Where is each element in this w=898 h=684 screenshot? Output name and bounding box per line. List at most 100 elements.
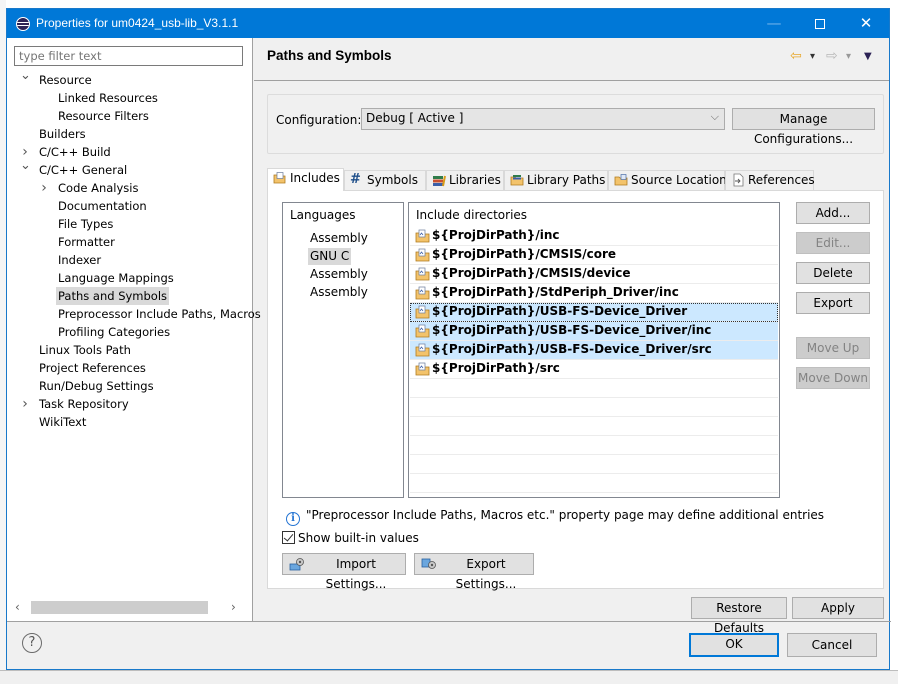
- include-directories-list[interactable]: Include directories ${ProjDirPath}/inc ${…: [408, 202, 780, 498]
- tree-item-label: Formatter: [58, 235, 115, 249]
- scrollbar-thumb[interactable]: [31, 601, 208, 614]
- tab-library-paths[interactable]: Library Paths: [504, 170, 608, 190]
- configuration-group: Configuration: Debug [ Active ] ⌵ Manage…: [267, 94, 884, 154]
- tree-item[interactable]: Preprocessor Include Paths, Macros: [7, 305, 261, 323]
- export-button[interactable]: Export: [796, 292, 870, 314]
- empty-list-row: [410, 436, 778, 455]
- tab-label: Symbols: [367, 173, 418, 187]
- hash-icon: #: [350, 172, 361, 187]
- references-icon: [733, 173, 744, 187]
- languages-header: Languages: [290, 208, 356, 222]
- expanded-chevron-icon[interactable]: ⌄: [20, 157, 31, 175]
- horizontal-scrollbar[interactable]: ‹ ›: [7, 599, 247, 616]
- include-directory-row[interactable]: ${ProjDirPath}/StdPeriph_Driver/inc: [410, 284, 778, 303]
- tree-item[interactable]: Linux Tools Path: [7, 341, 253, 359]
- tree-item[interactable]: Language Mappings: [7, 269, 253, 287]
- include-directory-row[interactable]: ${ProjDirPath}/src: [410, 360, 778, 379]
- back-dropdown-icon[interactable]: ▾: [810, 51, 815, 62]
- tree-item[interactable]: › Task Repository: [7, 395, 253, 413]
- delete-button[interactable]: Delete: [796, 262, 870, 284]
- minimize-icon: —: [766, 14, 782, 32]
- tree-item[interactable]: Linked Resources: [7, 89, 253, 107]
- checkbox-checked-icon[interactable]: [282, 531, 295, 544]
- apply-button[interactable]: Apply: [792, 597, 884, 619]
- include-directory-path: ${ProjDirPath}/inc: [432, 228, 560, 242]
- filter-input[interactable]: [14, 46, 243, 66]
- add-button[interactable]: Add...: [796, 202, 870, 224]
- include-folder-icon: [415, 229, 430, 243]
- tree-item-label: C/C++ General: [39, 163, 128, 177]
- import-settings-icon: [289, 558, 304, 571]
- tree-item[interactable]: Indexer: [7, 251, 253, 269]
- tree-item[interactable]: Documentation: [7, 197, 253, 215]
- include-directory-row[interactable]: ${ProjDirPath}/CMSIS/device: [410, 265, 778, 284]
- back-arrow-icon[interactable]: ⇦: [790, 48, 802, 64]
- include-directory-path: ${ProjDirPath}/src: [432, 361, 560, 375]
- tree-item[interactable]: › C/C++ Build: [7, 143, 253, 161]
- minimize-button[interactable]: —: [751, 9, 797, 38]
- include-folder-icon: [415, 362, 430, 376]
- include-directories-header: Include directories: [416, 208, 528, 222]
- scroll-left-icon[interactable]: ‹: [15, 600, 20, 614]
- ok-button[interactable]: OK: [689, 633, 779, 657]
- tab-source-location[interactable]: Source Location: [608, 170, 727, 190]
- collapsed-chevron-icon[interactable]: ›: [39, 179, 49, 197]
- tree-item[interactable]: ⌄ Resource: [7, 68, 253, 89]
- configuration-select[interactable]: Debug [ Active ] ⌵: [361, 108, 725, 130]
- tab-label: Library Paths: [527, 173, 606, 187]
- restore-defaults-button[interactable]: Restore Defaults: [691, 597, 787, 635]
- collapsed-chevron-icon[interactable]: ›: [20, 395, 30, 413]
- tree-item[interactable]: Builders: [7, 125, 253, 143]
- tree-item[interactable]: WikiText: [7, 413, 253, 431]
- scroll-right-icon[interactable]: ›: [231, 600, 236, 614]
- view-menu-icon[interactable]: ▼: [864, 51, 872, 62]
- include-directory-row[interactable]: ${ProjDirPath}/inc: [410, 227, 778, 246]
- language-item[interactable]: Assembly: [308, 266, 370, 283]
- forward-arrow-icon[interactable]: ⇨: [826, 48, 838, 64]
- include-directory-row[interactable]: ${ProjDirPath}/USB-FS-Device_Driver/src: [410, 341, 778, 360]
- language-item[interactable]: Assembly: [308, 284, 370, 301]
- include-directory-row[interactable]: ${ProjDirPath}/CMSIS/core: [410, 246, 778, 265]
- tab-libraries[interactable]: Libraries: [426, 170, 504, 190]
- tree-item[interactable]: Formatter: [7, 233, 253, 251]
- tab-includes[interactable]: Includes: [267, 168, 344, 191]
- tree-item-label: Resource: [39, 73, 92, 87]
- tab-symbols[interactable]: # Symbols: [344, 170, 426, 190]
- tree-item[interactable]: Run/Debug Settings: [7, 377, 253, 395]
- manage-configurations-button[interactable]: Manage Configurations...: [732, 108, 875, 146]
- language-item[interactable]: GNU C: [308, 248, 352, 265]
- close-icon: ✕: [859, 14, 873, 32]
- tree-item[interactable]: Resource Filters: [7, 107, 253, 125]
- include-directory-path: ${ProjDirPath}/USB-FS-Device_Driver: [432, 304, 688, 318]
- close-button[interactable]: ✕: [843, 9, 889, 38]
- includes-folder-icon: [273, 172, 286, 184]
- include-directory-path: ${ProjDirPath}/USB-FS-Device_Driver/src: [432, 342, 712, 356]
- includes-tab-panel: Languages Assembly GNU C Assembly Assembly …: [267, 190, 884, 591]
- cancel-button[interactable]: Cancel: [787, 633, 877, 657]
- export-settings-button[interactable]: Export Settings...: [414, 553, 534, 591]
- tree-item[interactable]: Project References: [7, 359, 253, 377]
- move-down-button[interactable]: Move Down: [796, 367, 870, 389]
- tree-item[interactable]: ⌄ C/C++ General: [7, 158, 253, 179]
- show-builtin-values-checkbox[interactable]: Show built-in values: [282, 531, 419, 545]
- expanded-chevron-icon[interactable]: ⌄: [20, 67, 31, 85]
- forward-dropdown-icon[interactable]: ▾: [846, 51, 851, 62]
- tree-item-label: Preprocessor Include Paths, Macros: [58, 307, 261, 321]
- maximize-button[interactable]: [797, 9, 843, 38]
- tree-item[interactable]: Profiling Categories: [7, 323, 253, 341]
- tree-item[interactable]: Paths and Symbols: [7, 287, 253, 305]
- include-directory-row[interactable]: ${ProjDirPath}/USB-FS-Device_Driver/inc: [410, 322, 778, 341]
- edit-button[interactable]: Edit...: [796, 232, 870, 254]
- move-up-button[interactable]: Move Up: [796, 337, 870, 359]
- tree-item[interactable]: › Code Analysis: [7, 179, 253, 197]
- background-window-bottom: [0, 670, 898, 684]
- include-directory-row[interactable]: ${ProjDirPath}/USB-FS-Device_Driver: [410, 303, 778, 322]
- tree-item[interactable]: File Types: [7, 215, 253, 233]
- language-item[interactable]: Assembly: [308, 230, 370, 247]
- tree-item-label: Linked Resources: [58, 91, 158, 105]
- import-settings-button[interactable]: Import Settings...: [282, 553, 406, 591]
- tab-references[interactable]: References: [725, 170, 815, 190]
- languages-list[interactable]: Languages Assembly GNU C Assembly Assembly: [282, 202, 404, 498]
- info-text: "Preprocessor Include Paths, Macros etc.…: [306, 508, 825, 522]
- help-icon[interactable]: ?: [22, 633, 42, 653]
